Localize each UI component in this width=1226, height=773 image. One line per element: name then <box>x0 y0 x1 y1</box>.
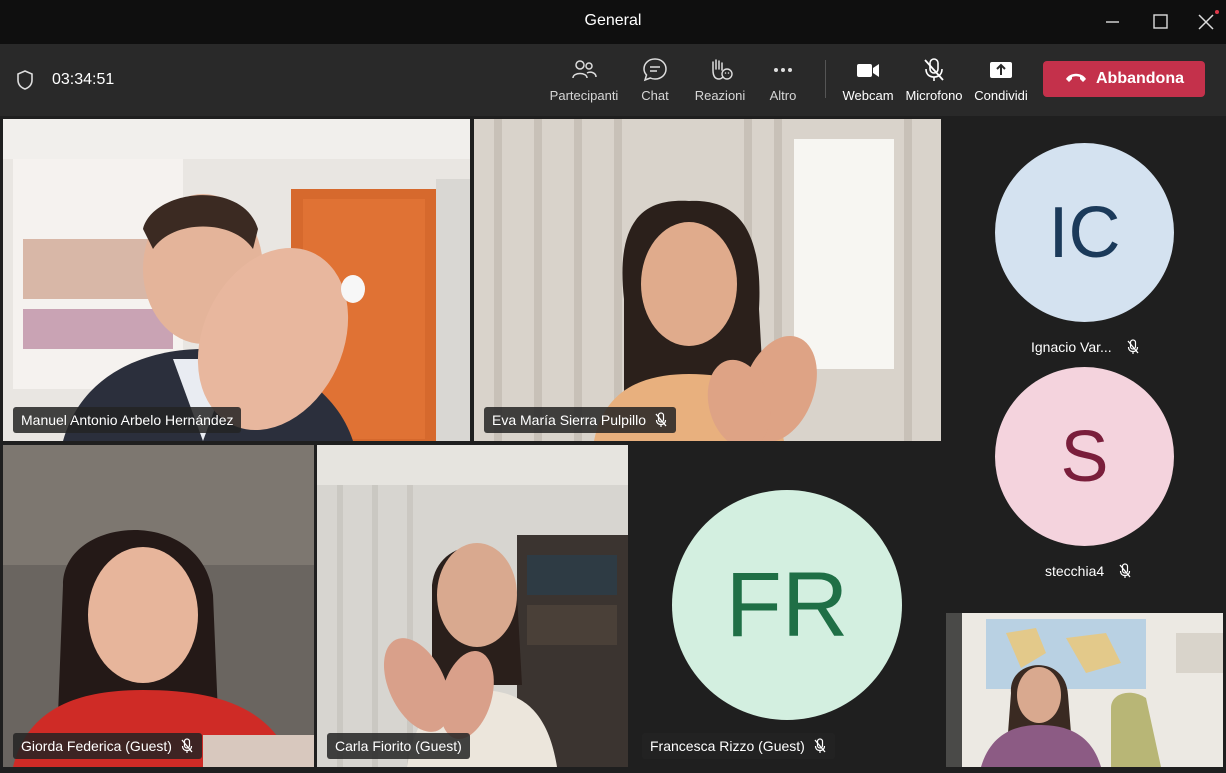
participant-name: stecchia4 <box>1045 563 1105 579</box>
video-stage: Manuel Antonio Arbelo Hernández Eva Marí… <box>0 116 1226 773</box>
participant-nametag: Francesca Rizzo (Guest) <box>642 733 835 759</box>
participant-nametag: Giorda Federica (Guest) <box>13 733 202 759</box>
video-feed <box>3 119 470 441</box>
participant-nametag: Manuel Antonio Arbelo Hernández <box>13 407 242 433</box>
avatar-tile-ignacio[interactable]: IC Ignacio Var... <box>945 116 1226 366</box>
mic-off-icon <box>920 56 948 84</box>
video-tile-giorda[interactable]: Giorda Federica (Guest) <box>3 445 314 767</box>
share-label: Condividi <box>974 88 1028 103</box>
reactions-label: Reazioni <box>694 88 746 103</box>
hang-up-icon <box>1064 70 1088 89</box>
participant-nametag: stecchia4 <box>1045 563 1132 579</box>
more-label: Altro <box>769 88 797 103</box>
mic-off-icon <box>1127 339 1139 354</box>
microphone-label: Microfono <box>905 88 963 103</box>
participant-name: Giorda Federica (Guest) <box>21 738 172 754</box>
avatar-initials: IC <box>1048 192 1121 273</box>
participant-name: Carla Fiorito (Guest) <box>335 738 462 754</box>
more-button[interactable]: Altro <box>764 56 802 106</box>
participant-name: Eva María Sierra Pulpillo <box>492 412 647 428</box>
chat-button[interactable]: Chat <box>634 56 676 106</box>
mic-off-icon <box>1119 563 1131 578</box>
window-title: General <box>584 12 642 29</box>
avatar-tile-francesca[interactable]: FR Francesca Rizzo (Guest) <box>632 445 941 767</box>
chat-icon <box>641 56 669 84</box>
participant-nametag: Carla Fiorito (Guest) <box>327 733 470 759</box>
leave-label: Abbandona <box>1096 70 1184 87</box>
video-feed <box>946 613 1223 767</box>
participant-avatar: FR <box>672 490 902 720</box>
avatar-tile-stecchia[interactable]: S stecchia4 <box>945 366 1226 606</box>
people-icon <box>570 56 598 84</box>
video-tile-eva[interactable]: Eva María Sierra Pulpillo <box>474 119 941 441</box>
meeting-toolbar: 03:34:51 Partecipanti Chat Reazioni Altr… <box>0 44 1226 116</box>
video-feed <box>3 445 314 767</box>
participant-nametag: Ignacio Var... <box>1031 339 1140 355</box>
camera-icon <box>854 56 882 84</box>
microphone-button[interactable]: Microfono <box>904 56 964 106</box>
share-button[interactable]: Condividi <box>973 56 1029 106</box>
share-upload-icon <box>987 56 1015 84</box>
chat-label: Chat <box>641 88 669 103</box>
more-dots-icon <box>769 56 797 84</box>
webcam-button[interactable]: Webcam <box>841 56 895 106</box>
participant-name: Francesca Rizzo (Guest) <box>650 738 805 754</box>
notification-dot <box>1215 10 1219 14</box>
avatar-initials: FR <box>725 553 849 656</box>
title-bar: General <box>0 0 1226 44</box>
toolbar-divider <box>825 60 826 98</box>
minimize-button[interactable] <box>1097 8 1127 36</box>
webcam-label: Webcam <box>842 88 894 103</box>
video-tile-carla[interactable]: Carla Fiorito (Guest) <box>317 445 628 767</box>
hand-emoji-icon <box>706 56 734 84</box>
reactions-button[interactable]: Reazioni <box>693 56 747 106</box>
maximize-button[interactable] <box>1145 8 1175 36</box>
participants-button[interactable]: Partecipanti <box>548 56 620 106</box>
participants-label: Partecipanti <box>549 88 619 103</box>
mic-off-icon <box>814 738 826 753</box>
participant-avatar: S <box>995 367 1174 546</box>
mic-off-icon <box>655 412 667 427</box>
leave-button[interactable]: Abbandona <box>1043 61 1205 97</box>
self-view-video[interactable] <box>946 613 1223 767</box>
shield-icon <box>15 69 35 91</box>
mic-off-icon <box>181 738 193 753</box>
participant-nametag: Eva María Sierra Pulpillo <box>484 407 677 433</box>
meeting-timer: 03:34:51 <box>52 71 115 88</box>
video-tile-manuel[interactable]: Manuel Antonio Arbelo Hernández <box>3 119 470 441</box>
participant-avatar: IC <box>995 143 1174 322</box>
avatar-initials: S <box>1060 416 1109 497</box>
video-feed <box>474 119 941 441</box>
participant-name: Ignacio Var... <box>1031 339 1112 355</box>
video-feed <box>317 445 628 767</box>
participant-name: Manuel Antonio Arbelo Hernández <box>21 412 234 428</box>
